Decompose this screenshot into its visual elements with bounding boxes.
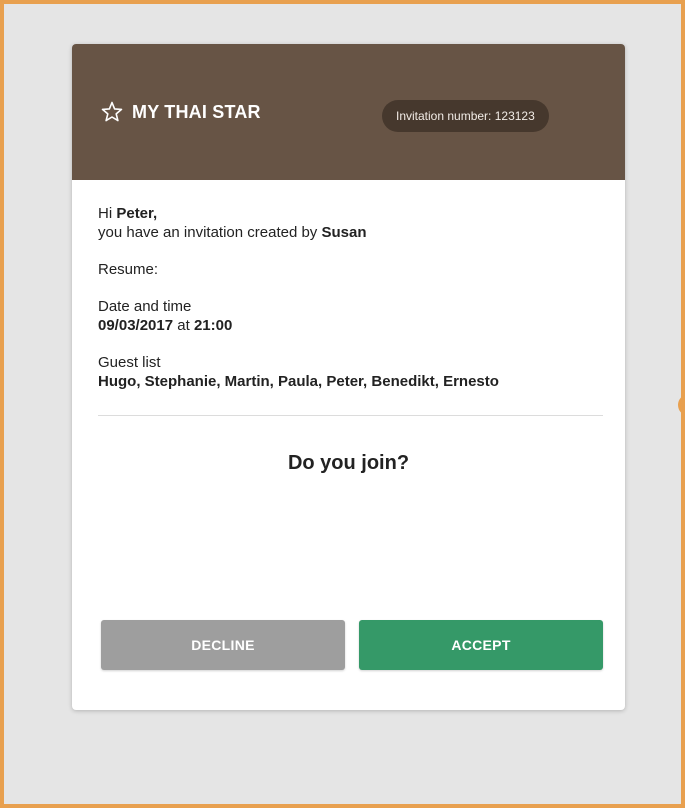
datetime-label: Date and time — [98, 298, 192, 315]
reservation-date: 09/03/2017 — [98, 317, 174, 334]
action-buttons: DECLINE ACCEPT — [101, 620, 603, 670]
card-body: Hi Peter, you have an invitation created… — [72, 180, 625, 391]
invitation-number-value: 123123 — [494, 109, 535, 123]
guest-section: Guest list Hugo, Stephanie, Martin, Paul… — [98, 353, 599, 391]
greeting: Hi Peter, you have an invitation created… — [98, 204, 599, 242]
invitation-number-label: Invitation number: — [396, 109, 492, 123]
card-header: MY THAI STAR Invitation number: 123123 — [72, 44, 625, 180]
brand-name: MY THAI STAR — [132, 101, 261, 122]
decline-button[interactable]: DECLINE — [101, 620, 345, 670]
resume-label: Resume: — [98, 261, 159, 278]
reservation-time: 21:00 — [193, 317, 233, 334]
invitation-card: MY THAI STAR Invitation number: 123123 H… — [72, 44, 625, 710]
invitation-number-badge: Invitation number: 123123 — [382, 100, 549, 132]
greeting-hi: Hi — [98, 205, 113, 222]
creator-name: Susan — [321, 224, 367, 241]
datetime-at: at — [177, 317, 190, 334]
accept-button[interactable]: ACCEPT — [359, 620, 603, 670]
guest-list-label: Guest list — [98, 354, 161, 371]
page-frame: MY THAI STAR Invitation number: 123123 H… — [0, 0, 685, 808]
created-by-text: you have an invitation created by — [98, 224, 318, 241]
datetime-section: Date and time 09/03/2017 at 21:00 — [98, 297, 599, 335]
brand: MY THAI STAR — [100, 100, 261, 124]
divider — [98, 415, 603, 416]
guest-list: Hugo, Stephanie, Martin, Paula, Peter, B… — [98, 373, 499, 390]
join-question: Do you join? — [287, 452, 410, 474]
star-outline-icon — [101, 101, 123, 122]
guest-name: Peter, — [116, 205, 158, 222]
